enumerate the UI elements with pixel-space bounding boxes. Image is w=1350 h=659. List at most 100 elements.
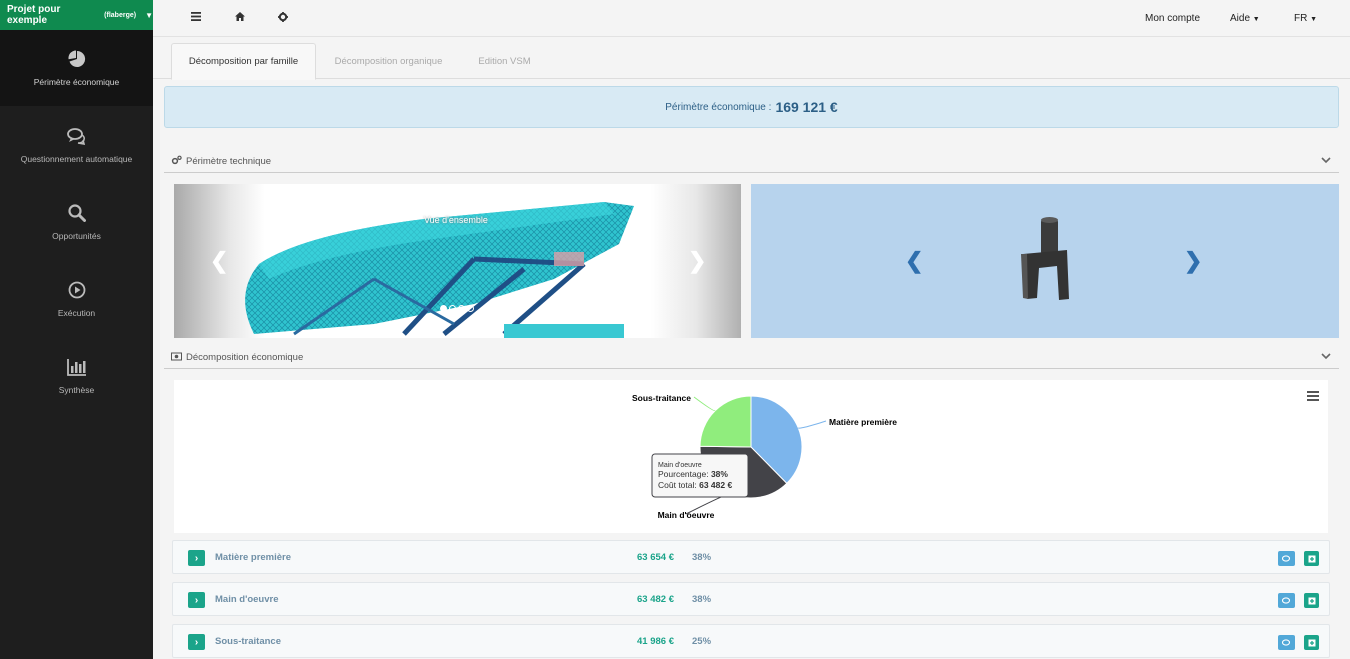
play-circle-icon [67,280,87,300]
money-icon [171,352,182,364]
sidebar-item-label: Synthèse [58,384,95,395]
carousel-dot[interactable] [458,305,465,312]
row-amount: 63 482 € [637,594,674,605]
help-label: Aide [1230,13,1251,24]
pie-chart: Matière première Main d'oeuvre Sous-traita… [632,393,897,520]
comments-icon [66,126,87,146]
sidebar-item-questionnement[interactable]: Questionnement automatique [0,106,153,183]
row-percent: 25% [692,636,712,647]
home-icon[interactable] [235,12,245,24]
section-title: Périmètre technique [186,156,272,167]
assembly-image [245,202,634,338]
add-button[interactable] [1304,551,1319,566]
sidebar-item-label: Exécution [57,307,96,318]
carousel-dot[interactable] [467,305,474,312]
row-name: Sous-traitance [215,636,281,647]
add-button[interactable] [1304,635,1319,650]
technical-section-header[interactable]: Périmètre technique [164,151,1339,173]
search-icon [67,203,87,223]
tooltip-line: Coût total: 63 482 € [658,480,732,490]
section-title: Décomposition économique [186,352,304,363]
comments-icon [1282,554,1291,562]
tooltip-line: Main d'oeuvre [658,462,702,469]
row-percent: 38% [692,594,712,605]
cost-family-row[interactable]: › Matière première 63 654 € 38% [172,540,1330,574]
sidebar-item-label: Questionnement automatique [20,153,133,164]
pie-leader-line [693,396,716,412]
language-menu[interactable]: FR ▼ [1294,13,1317,24]
tooltip-line: Pourcentage: 38% [658,469,728,479]
pie-slice-label: Matière première [829,417,897,427]
caret-down-icon: ▼ [145,10,153,20]
pie-slice-label: Sous-traitance [632,393,691,403]
sidebar-item-label: Périmètre économique [33,77,120,87]
language-label: FR [1294,13,1308,24]
row-amount: 41 986 € [637,636,674,647]
account-link[interactable]: Mon compte [1145,13,1200,24]
part-image [1021,217,1069,300]
carousel-prev-icon[interactable]: ❮ [210,248,228,274]
economic-chart-panel: Matière première Main d'oeuvre Sous-traita… [174,380,1328,533]
expand-icon[interactable]: › [188,634,205,650]
chart-menu-icon[interactable] [1307,391,1319,404]
tab-decomposition-organique[interactable]: Décomposition organique [326,43,451,80]
tooltip-cost-label: Coût total: [658,480,699,490]
row-percent: 38% [692,552,712,563]
part-carousel: ❮ ❯ [751,184,1339,338]
plus-square-icon [1308,597,1315,604]
expand-icon[interactable]: › [188,550,205,566]
project-selector[interactable]: Projet pour exemple (flaberge) ▼ [0,0,153,30]
carousel-dot[interactable] [440,305,447,312]
chart-tooltip: Main d'oeuvrePourcentage: 38%Coût total:… [651,453,749,498]
tab-bar: Décomposition par famille Décomposition … [153,37,1350,80]
bar-chart-icon [66,357,87,377]
row-amount: 63 654 € [637,552,674,563]
project-tag: (flaberge) [104,11,137,19]
assembly-carousel: Vue d'ensemble ❮ ❯ [174,184,741,338]
add-button[interactable] [1304,593,1319,608]
carousel-next-icon[interactable]: ❯ [688,248,706,274]
expand-icon[interactable]: › [188,592,205,608]
comments-button[interactable] [1278,635,1295,650]
row-name: Matière première [215,552,292,563]
sidebar-item-opportunites[interactable]: Opportunités [0,183,153,260]
comments-icon [1282,638,1291,646]
pie-leader-line [797,420,827,429]
carousel-next-icon[interactable]: ❯ [1184,248,1202,274]
menu-icon[interactable] [191,12,201,24]
sidebar-item-synthese[interactable]: Synthèse [0,337,153,414]
carousel-caption: Vue d'ensemble [424,215,488,225]
tooltip-pct-label: Pourcentage: [658,469,711,479]
sidebar: Projet pour exemple (flaberge) ▼ Périmèt… [0,0,153,659]
chevron-down-icon[interactable] [1321,352,1331,363]
banner-label: Périmètre économique : [665,101,772,113]
gear-icon[interactable] [278,12,288,25]
cogs-icon [171,155,182,168]
economic-section-header[interactable]: Décomposition économique [164,347,1339,369]
economic-perimeter-banner: Périmètre économique : 169 121 € [164,86,1339,128]
cost-family-row[interactable]: › Main d'oeuvre 63 482 € 38% [172,582,1330,616]
project-name: Projet pour exemple [7,4,61,26]
banner-amount: 169 121 € [775,99,838,115]
plus-square-icon [1308,639,1315,646]
cost-family-row[interactable]: › Sous-traitance 41 986 € 25% [172,624,1330,658]
caret-down-icon: ▼ [1310,16,1318,23]
carousel-indicators [440,305,474,312]
pie-slice[interactable] [699,395,752,448]
tooltip-pct-value: 38% [711,469,728,479]
sidebar-item-execution[interactable]: Exécution [0,260,153,337]
comments-button[interactable] [1278,593,1295,608]
tab-edition-vsm[interactable]: Edition VSM [467,43,542,80]
tab-decomposition-famille[interactable]: Décomposition par famille [171,43,316,80]
tooltip-title: Main d'oeuvre [658,462,702,469]
plus-square-icon [1308,555,1315,562]
sidebar-item-perimetre[interactable]: Périmètre économique [0,30,153,106]
carousel-dot[interactable] [449,305,456,312]
help-menu[interactable]: Aide ▼ [1230,13,1260,24]
sidebar-item-label: Opportunités [52,230,101,241]
carousel-prev-icon[interactable]: ❮ [905,248,923,274]
comments-button[interactable] [1278,551,1295,566]
top-bar: Mon compte Aide ▼ FR ▼ [153,0,1350,37]
comments-icon [1282,596,1291,604]
chevron-down-icon[interactable] [1321,156,1331,167]
